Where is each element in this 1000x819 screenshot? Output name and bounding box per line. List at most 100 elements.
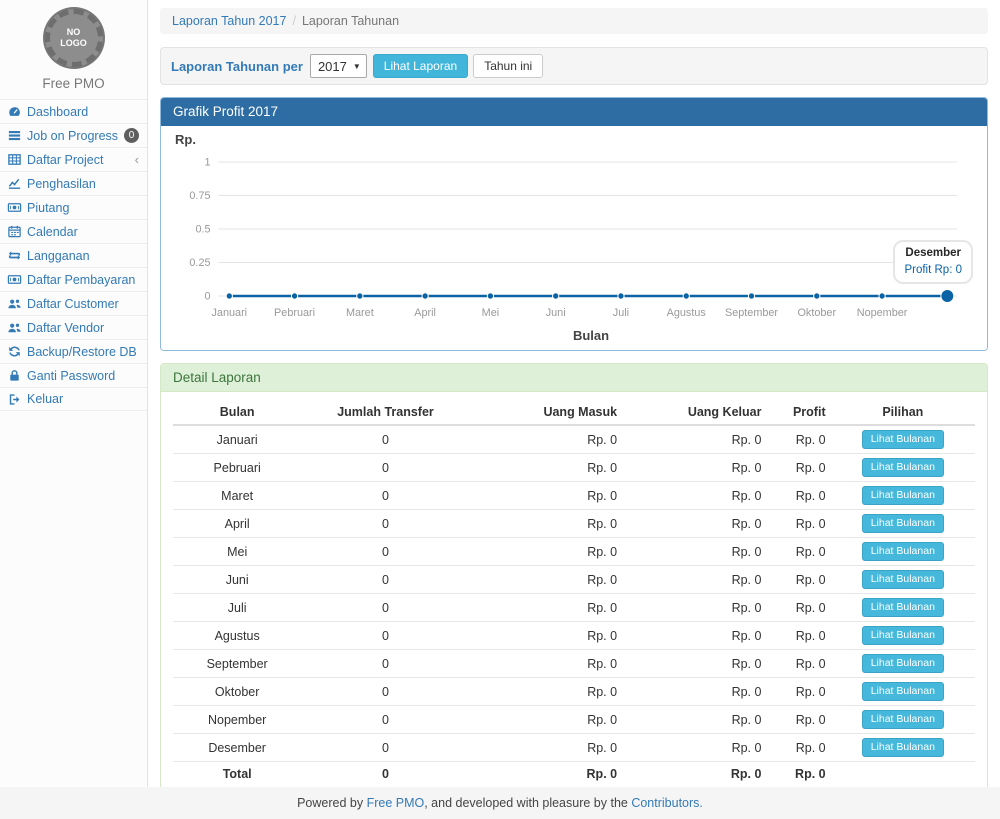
this-year-button[interactable]: Tahun ini xyxy=(473,54,543,78)
cell-uang_masuk: Rp. 0 xyxy=(470,622,622,650)
cell-jumlah_transfer: 0 xyxy=(301,482,469,510)
view-monthly-button-maret[interactable]: Lihat Bulanan xyxy=(862,486,944,505)
x-tick-label: Pebruari xyxy=(274,307,315,319)
cell-uang_masuk: Rp. 0 xyxy=(470,734,622,762)
cell-uang_keluar: Rp. 0 xyxy=(622,538,766,566)
x-tick-label: Januari xyxy=(211,307,247,319)
breadcrumb-link-laporan-tahun[interactable]: Laporan Tahun 2017 xyxy=(172,14,286,28)
cell-pilihan: Lihat Bulanan xyxy=(831,706,975,734)
cell-jumlah_transfer: 0 xyxy=(301,538,469,566)
cell-profit: Rp. 0 xyxy=(766,538,830,566)
cell-uang_masuk: Rp. 0 xyxy=(470,650,622,678)
data-point-oktober[interactable] xyxy=(814,293,820,299)
cell-uang_masuk: Rp. 0 xyxy=(470,706,622,734)
refresh-icon xyxy=(7,344,22,359)
data-point-januari[interactable] xyxy=(226,293,232,299)
dashboard-icon xyxy=(7,104,22,119)
data-point-april[interactable] xyxy=(422,293,428,299)
cell-profit: Rp. 0 xyxy=(766,734,830,762)
table-header-row: BulanJumlah TransferUang MasukUang Kelua… xyxy=(173,400,975,425)
footer-contributors-link[interactable]: Contributors. xyxy=(631,796,703,810)
cell-pilihan: Lihat Bulanan xyxy=(831,650,975,678)
table-row-mei: Mei0Rp. 0Rp. 0Rp. 0Lihat Bulanan xyxy=(173,538,975,566)
data-point-desember[interactable] xyxy=(941,290,954,303)
sidebar-item-keluar[interactable]: Keluar xyxy=(0,387,147,411)
sidebar-item-ganti-password[interactable]: Ganti Password xyxy=(0,363,147,387)
footer: Powered by Free PMO , and developed with… xyxy=(0,787,1000,819)
sidebar-item-dashboard[interactable]: Dashboard xyxy=(0,99,147,123)
cell-profit: Rp. 0 xyxy=(766,454,830,482)
sidebar-item-label: Piutang xyxy=(27,201,69,215)
sidebar-item-daftar-project[interactable]: Daftar Project‹ xyxy=(0,147,147,171)
sidebar-item-calendar[interactable]: Calendar xyxy=(0,219,147,243)
sidebar-item-backup-restore-db[interactable]: Backup/Restore DB xyxy=(0,339,147,363)
total-cell-profit: Rp. 0 xyxy=(766,762,830,786)
view-monthly-button-agustus[interactable]: Lihat Bulanan xyxy=(862,626,944,645)
view-monthly-button-september[interactable]: Lihat Bulanan xyxy=(862,654,944,673)
cell-uang_keluar: Rp. 0 xyxy=(622,650,766,678)
detail-report-panel: Detail Laporan BulanJumlah TransferUang … xyxy=(160,363,988,787)
view-monthly-button-desember[interactable]: Lihat Bulanan xyxy=(862,738,944,757)
cell-bulan: Agustus xyxy=(173,622,301,650)
cell-bulan: September xyxy=(173,650,301,678)
view-monthly-button-mei[interactable]: Lihat Bulanan xyxy=(862,542,944,561)
cell-uang_masuk: Rp. 0 xyxy=(470,566,622,594)
lock-icon xyxy=(7,368,22,383)
sidebar-item-label: Dashboard xyxy=(27,105,88,119)
data-point-mei[interactable] xyxy=(487,293,493,299)
sidebar-item-daftar-pembayaran[interactable]: Daftar Pembayaran xyxy=(0,267,147,291)
page: NO LOGO Free PMO DashboardJob on Progres… xyxy=(0,0,1000,787)
year-select[interactable]: 2017 ▼ xyxy=(310,54,367,78)
view-monthly-button-januari[interactable]: Lihat Bulanan xyxy=(862,430,944,449)
view-monthly-button-oktober[interactable]: Lihat Bulanan xyxy=(862,682,944,701)
cell-pilihan: Lihat Bulanan xyxy=(831,678,975,706)
table-row-desember: Desember0Rp. 0Rp. 0Rp. 0Lihat Bulanan xyxy=(173,734,975,762)
cell-uang_masuk: Rp. 0 xyxy=(470,538,622,566)
cell-bulan: April xyxy=(173,510,301,538)
cell-pilihan: Lihat Bulanan xyxy=(831,425,975,454)
table-row-juli: Juli0Rp. 0Rp. 0Rp. 0Lihat Bulanan xyxy=(173,594,975,622)
sidebar-item-job-on-progress[interactable]: Job on Progress0 xyxy=(0,123,147,147)
footer-brand-link[interactable]: Free PMO xyxy=(367,796,425,810)
cell-pilihan: Lihat Bulanan xyxy=(831,454,975,482)
x-tick-label: Maret xyxy=(346,307,374,319)
sidebar-item-langganan[interactable]: Langganan xyxy=(0,243,147,267)
cell-profit: Rp. 0 xyxy=(766,594,830,622)
cell-uang_keluar: Rp. 0 xyxy=(622,482,766,510)
sidebar-item-daftar-vendor[interactable]: Daftar Vendor xyxy=(0,315,147,339)
table-row-maret: Maret0Rp. 0Rp. 0Rp. 0Lihat Bulanan xyxy=(173,482,975,510)
profit-chart-panel: Grafik Profit 2017 Rp. 00.250.50.751Janu… xyxy=(160,97,988,351)
y-tick-label: 1 xyxy=(204,156,210,168)
view-report-button[interactable]: Lihat Laporan xyxy=(373,54,468,78)
total-cell-jumlah_transfer: 0 xyxy=(301,762,469,786)
sidebar-item-piutang[interactable]: Piutang xyxy=(0,195,147,219)
view-monthly-button-juni[interactable]: Lihat Bulanan xyxy=(862,570,944,589)
table-total-row: Total0Rp. 0Rp. 0Rp. 0 xyxy=(173,762,975,786)
sidebar-item-daftar-customer[interactable]: Daftar Customer xyxy=(0,291,147,315)
data-point-nopember[interactable] xyxy=(879,293,885,299)
cell-profit: Rp. 0 xyxy=(766,482,830,510)
table-row-september: September0Rp. 0Rp. 0Rp. 0Lihat Bulanan xyxy=(173,650,975,678)
data-point-pebruari[interactable] xyxy=(291,293,297,299)
view-monthly-button-juli[interactable]: Lihat Bulanan xyxy=(862,598,944,617)
column-header-bulan: Bulan xyxy=(173,400,301,425)
data-point-agustus[interactable] xyxy=(683,293,689,299)
table-row-nopember: Nopember0Rp. 0Rp. 0Rp. 0Lihat Bulanan xyxy=(173,706,975,734)
select-arrow-icon: ▼ xyxy=(353,62,361,71)
sidebar-item-label: Ganti Password xyxy=(27,369,115,383)
cell-jumlah_transfer: 0 xyxy=(301,734,469,762)
cell-pilihan: Lihat Bulanan xyxy=(831,734,975,762)
table-row-juni: Juni0Rp. 0Rp. 0Rp. 0Lihat Bulanan xyxy=(173,566,975,594)
data-point-maret[interactable] xyxy=(357,293,363,299)
sidebar-item-penghasilan[interactable]: Penghasilan xyxy=(0,171,147,195)
cell-jumlah_transfer: 0 xyxy=(301,650,469,678)
view-monthly-button-april[interactable]: Lihat Bulanan xyxy=(862,514,944,533)
data-point-juli[interactable] xyxy=(618,293,624,299)
data-point-september[interactable] xyxy=(748,293,754,299)
total-cell-uang_keluar: Rp. 0 xyxy=(622,762,766,786)
chart-panel-title: Grafik Profit 2017 xyxy=(161,98,987,126)
data-point-juni[interactable] xyxy=(553,293,559,299)
view-monthly-button-nopember[interactable]: Lihat Bulanan xyxy=(862,710,944,729)
year-select-value: 2017 xyxy=(318,59,347,74)
view-monthly-button-pebruari[interactable]: Lihat Bulanan xyxy=(862,458,944,477)
